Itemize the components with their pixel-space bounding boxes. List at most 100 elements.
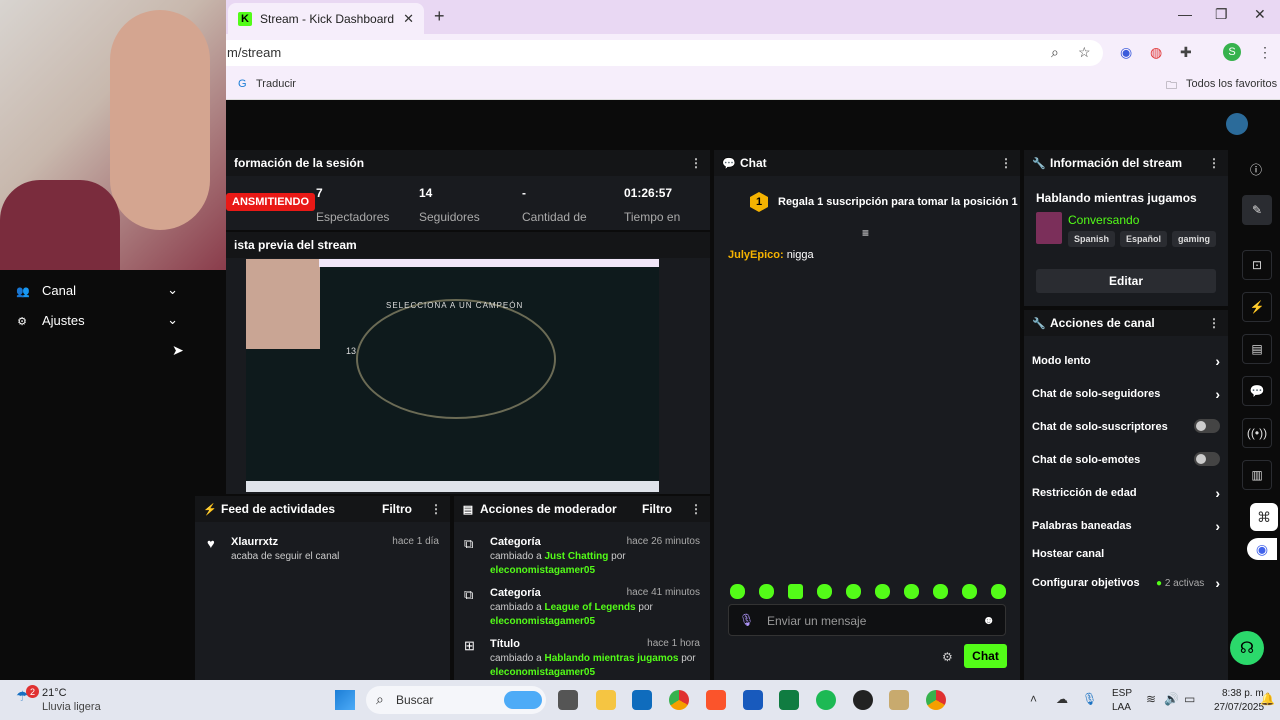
star-icon[interactable]: ☆	[1078, 44, 1091, 61]
category-icon: ⧉	[464, 587, 474, 602]
broadcast-icon[interactable]: ((•))	[1242, 418, 1272, 448]
league-icon[interactable]	[889, 690, 909, 710]
feed-filter-button[interactable]: Filtro	[382, 502, 412, 516]
emote-icon[interactable]	[788, 584, 803, 599]
more-icon[interactable]: ⋮	[1000, 156, 1012, 170]
chrome-icon[interactable]	[669, 690, 689, 710]
stat-time: 01:26:57 Tiempo en	[624, 186, 681, 224]
outlook-icon[interactable]	[632, 690, 652, 710]
chrome-icon[interactable]	[926, 690, 946, 710]
close-window-button[interactable]: ✕	[1254, 6, 1266, 23]
stream-category[interactable]: Conversando	[1068, 213, 1139, 227]
minimize-button[interactable]: —	[1178, 6, 1192, 22]
mic-icon[interactable]: 🎙	[739, 613, 754, 627]
more-icon[interactable]: ⋮	[690, 502, 702, 516]
mod-item: ⊞ Título cambiado a Hablando mientras ju…	[464, 638, 700, 678]
extension-icon[interactable]: ◉	[1120, 44, 1132, 61]
pin-icon[interactable]: ≡	[862, 226, 869, 240]
action-slow-mode[interactable]: Modo lento ›	[1032, 353, 1220, 369]
close-tab-icon[interactable]: ✕	[403, 11, 414, 27]
more-icon[interactable]: ⋮	[690, 156, 702, 170]
preview-header: ista previa del stream	[226, 232, 710, 258]
puzzle-icon[interactable]: ✚	[1180, 44, 1192, 61]
stream-preview-video[interactable]: SELECCIONA A UN CAMPEÓN 13	[246, 259, 659, 492]
browser-tab[interactable]: K Stream - Kick Dashboard ✕	[228, 3, 424, 34]
maximize-button[interactable]: ❐	[1215, 6, 1228, 23]
brave-icon[interactable]	[706, 690, 726, 710]
excel-icon[interactable]	[779, 690, 799, 710]
translate-icon: G	[238, 78, 247, 90]
layout-icon[interactable]: ▥	[1242, 460, 1272, 490]
webcam-face	[110, 10, 210, 230]
bolt-icon[interactable]: ⚡	[1242, 292, 1272, 322]
new-tab-button[interactable]: +	[434, 6, 445, 27]
feed-header: ⚡ Feed de actividades Filtro ⋮	[195, 496, 450, 522]
word-icon[interactable]	[743, 690, 763, 710]
user-avatar[interactable]	[1226, 113, 1248, 135]
clock-date[interactable]: 27/07/2025	[1214, 702, 1264, 713]
gift-sub-banner[interactable]: 1 Regala 1 suscripción para tomar la pos…	[750, 192, 1018, 212]
grid-app-icon[interactable]: ⌘	[1250, 503, 1278, 531]
task-view-icon[interactable]	[558, 690, 578, 710]
goals-active-count: 2 activas	[1164, 578, 1205, 589]
tag[interactable]: gaming	[1172, 231, 1217, 247]
edit-button[interactable]: Editar	[1036, 269, 1216, 293]
wifi-icon[interactable]: ≋	[1146, 692, 1156, 706]
action-followers-only[interactable]: Chat de solo-seguidores ›	[1032, 386, 1220, 402]
document-icon[interactable]: ▤	[1242, 334, 1272, 364]
chevron-up-icon[interactable]: ˄	[1030, 692, 1037, 706]
emote-icon[interactable]	[962, 584, 977, 599]
windows-start-icon[interactable]	[335, 690, 355, 710]
bookmark-all[interactable]: Todos los favoritos	[1186, 78, 1277, 90]
action-host-channel[interactable]: Hostear canal	[1032, 548, 1220, 560]
edit-pencil-icon[interactable]: ✎	[1242, 195, 1272, 225]
action-goals[interactable]: Configurar objetivos ● 2 activas ›	[1032, 575, 1220, 591]
language-layout[interactable]: LAA	[1112, 702, 1131, 713]
sidebar-item-ajustes[interactable]: ⚙ Ajustes ⌄	[16, 312, 178, 328]
emote-icon[interactable]	[904, 584, 919, 599]
mic-icon[interactable]: 🎙	[1082, 692, 1097, 706]
action-banned-words[interactable]: Palabras baneadas ›	[1032, 518, 1220, 534]
bookmark-traducir[interactable]: Traducir	[256, 78, 296, 90]
cloud-icon[interactable]: ☁	[1056, 692, 1068, 706]
emote-icon[interactable]	[817, 584, 832, 599]
action-subscribers-only[interactable]: Chat de solo-suscriptores	[1032, 419, 1220, 433]
spotify-icon[interactable]	[816, 690, 836, 710]
shield-extension-icon[interactable]: ◍	[1150, 44, 1162, 61]
chat-settings-icon[interactable]: ⚙	[942, 650, 953, 664]
emote-icon[interactable]	[991, 584, 1006, 599]
info-icon[interactable]: ⓘ	[1250, 161, 1262, 178]
emote-icon[interactable]	[759, 584, 774, 599]
chat-icon[interactable]: 💬	[1242, 376, 1272, 406]
volume-icon[interactable]: 🔊	[1164, 692, 1179, 706]
send-chat-button[interactable]: Chat	[964, 644, 1007, 668]
more-icon[interactable]: ⋮	[1208, 316, 1220, 330]
mod-filter-button[interactable]: Filtro	[642, 502, 672, 516]
tag[interactable]: Español	[1120, 231, 1168, 247]
battery-icon[interactable]: ▭	[1184, 692, 1195, 706]
url-field[interactable]: m/stream	[215, 40, 1103, 66]
more-icon[interactable]: ⋮	[430, 502, 442, 516]
emote-icon[interactable]	[846, 584, 861, 599]
file-explorer-icon[interactable]	[596, 690, 616, 710]
menu-icon[interactable]: ⋮	[1258, 44, 1272, 61]
assistant-icon[interactable]: ◉	[1247, 538, 1277, 560]
camera-icon[interactable]: ⊡	[1242, 250, 1272, 280]
emote-icon[interactable]	[730, 584, 745, 599]
taskbar-search[interactable]: ⌕ Buscar	[366, 686, 546, 714]
obs-icon[interactable]	[853, 690, 873, 710]
emote-icon[interactable]	[933, 584, 948, 599]
zoom-icon[interactable]: ⌕	[1051, 44, 1059, 61]
profile-avatar[interactable]: S	[1223, 43, 1241, 61]
notification-icon[interactable]: 🔔	[1260, 692, 1275, 706]
tag[interactable]: Spanish	[1068, 231, 1116, 247]
emote-icon[interactable]	[875, 584, 890, 599]
sidebar-item-canal[interactable]: 👥 Canal ⌄	[16, 282, 178, 298]
support-headset-icon[interactable]: ☊	[1230, 631, 1264, 665]
more-icon[interactable]: ⋮	[1208, 156, 1220, 170]
chat-input[interactable]: 🎙 Enviar un mensaje ☻	[728, 604, 1006, 636]
emoji-icon[interactable]: ☻	[982, 613, 995, 627]
action-age-restriction[interactable]: Restricción de edad ›	[1032, 485, 1220, 501]
action-emotes-only[interactable]: Chat de solo-emotes	[1032, 452, 1220, 466]
language-code[interactable]: ESP	[1112, 688, 1132, 699]
